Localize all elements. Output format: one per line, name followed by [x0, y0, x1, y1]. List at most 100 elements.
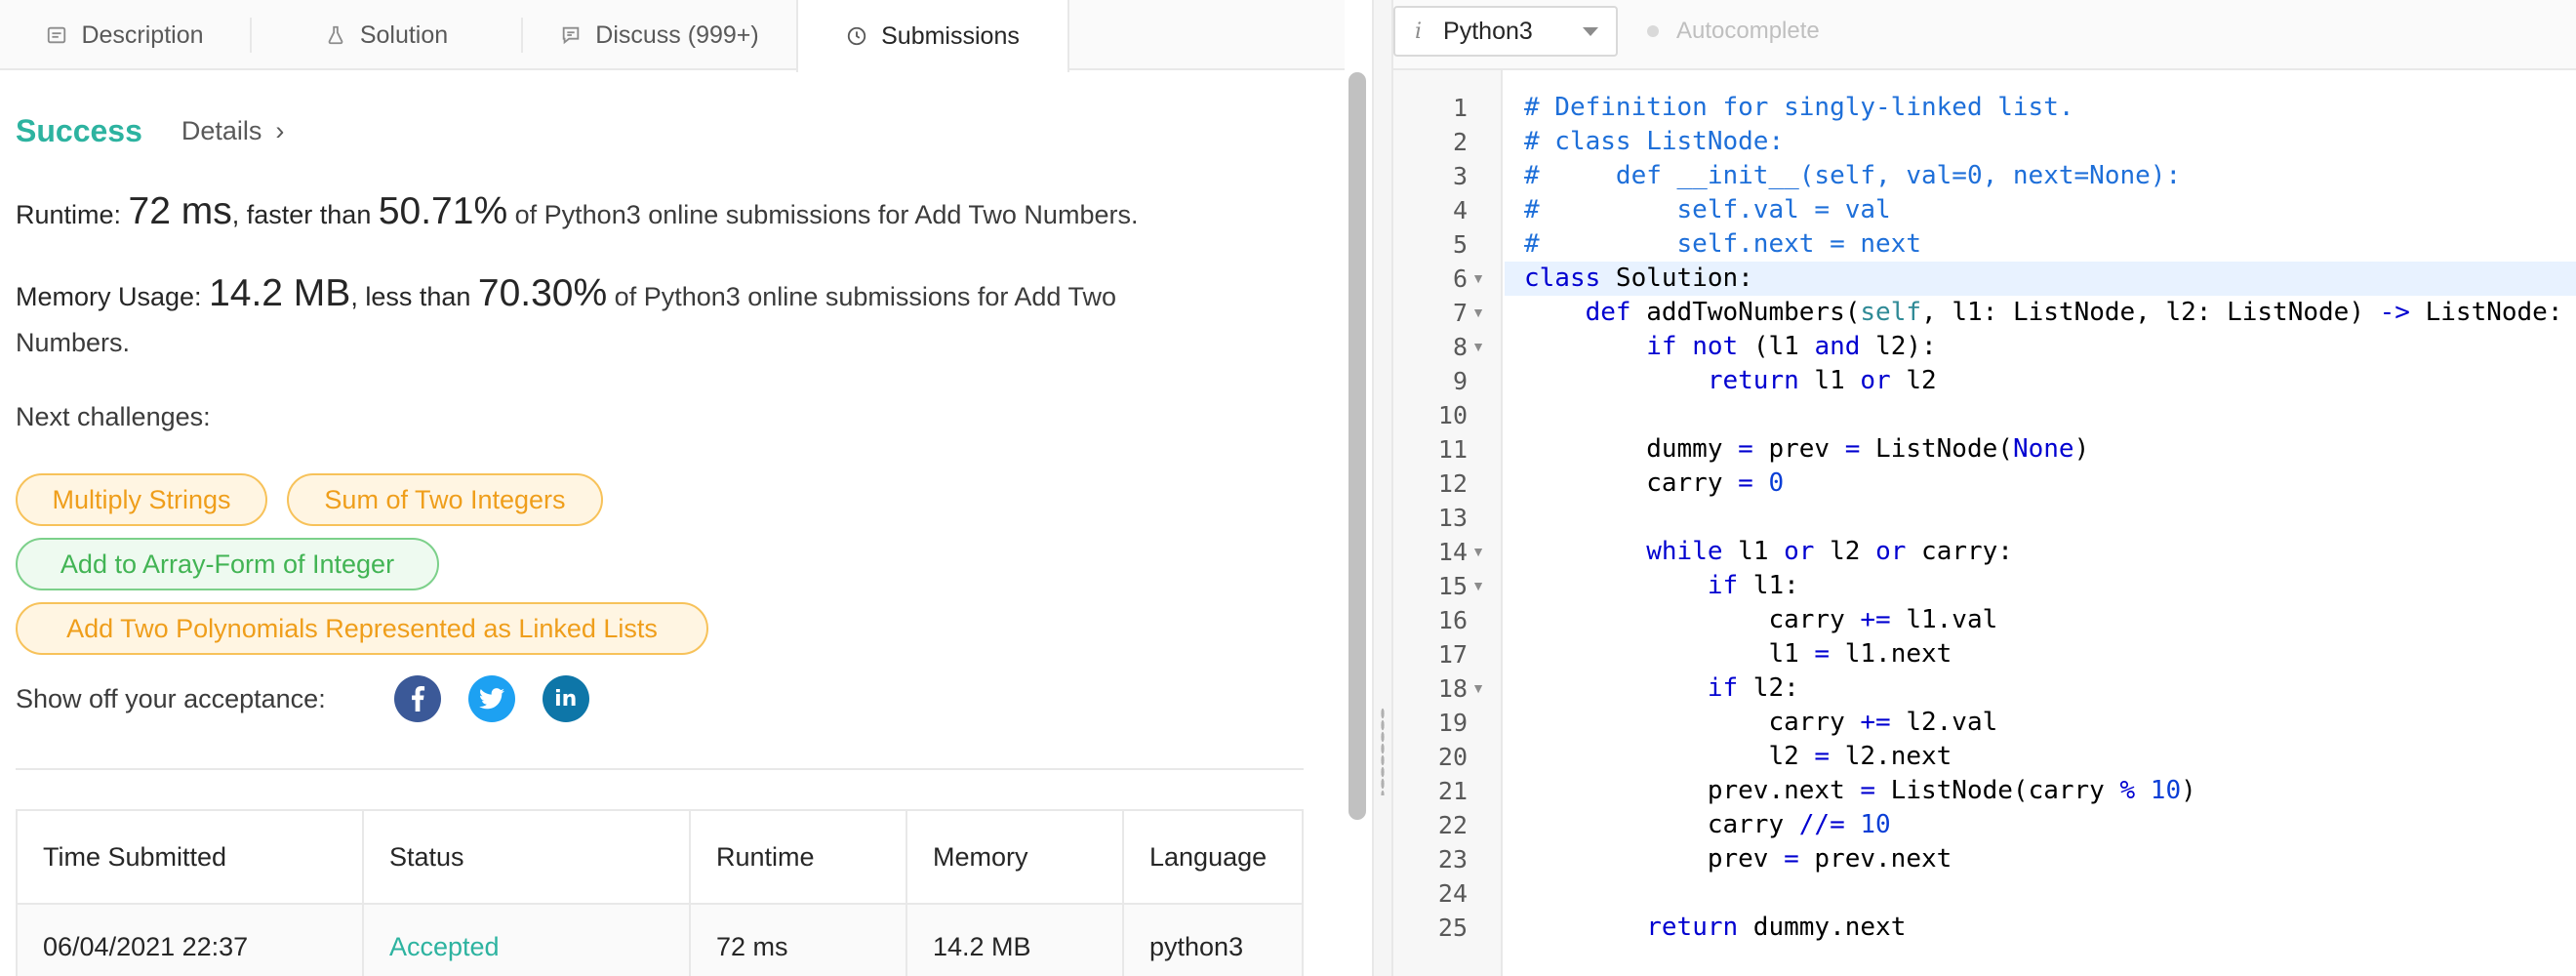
- code-line[interactable]: l1 = l1.next: [1505, 637, 2576, 671]
- code-line[interactable]: carry += l1.val: [1505, 603, 2576, 637]
- line-number: 25: [1437, 914, 1468, 942]
- section-divider: [16, 768, 1304, 770]
- code-line[interactable]: if not (l1 and l2):: [1505, 330, 2576, 364]
- code-line[interactable]: prev = prev.next: [1505, 842, 2576, 876]
- language-select-value: Python3: [1443, 17, 1533, 45]
- code-line[interactable]: carry = 0: [1505, 467, 2576, 501]
- code-line[interactable]: [1505, 501, 2576, 535]
- fold-arrow-icon[interactable]: ▼: [1471, 535, 1485, 569]
- success-status: Success: [16, 113, 142, 148]
- code-line[interactable]: # Definition for singly-linked list.: [1505, 91, 2576, 125]
- code-area[interactable]: # Definition for singly-linked list. # cl…: [1505, 70, 2576, 976]
- line-number: 13: [1437, 504, 1468, 532]
- code-line[interactable]: def addTwoNumbers(self, l1: ListNode, l2…: [1505, 296, 2576, 330]
- code-line[interactable]: l2 = l2.next: [1505, 740, 2576, 774]
- runtime-percent: 50.71%: [378, 190, 508, 232]
- tab-submissions[interactable]: Submissions: [796, 0, 1069, 72]
- code-line[interactable]: dummy = prev = ListNode(None): [1505, 432, 2576, 467]
- details-link[interactable]: Details ›: [181, 116, 285, 146]
- tab-submissions-label: Submissions: [881, 21, 1020, 50]
- cell-memory: 14.2 MB: [906, 903, 1124, 976]
- code-editor-pane: i Python3 Autocomplete 1 2 3 4 5 6 ▼ 7 ▼ 8 ▼ 9 10 11 1…: [1393, 0, 2576, 976]
- table-header-row: Time Submitted Status Runtime Memory Lan…: [16, 809, 1304, 905]
- code-line[interactable]: while l1 or l2 or carry:: [1505, 535, 2576, 569]
- left-scrollbar-thumb[interactable]: [1348, 72, 1366, 820]
- table-row: 06/04/2021 22:37 Accepted 72 ms 14.2 MB …: [16, 903, 1304, 976]
- challenge-chip-add-two-polynomials[interactable]: Add Two Polynomials Represented as Linke…: [16, 602, 708, 655]
- discuss-icon: [563, 26, 580, 45]
- tab-discuss-label: Discuss (999+): [595, 20, 759, 49]
- code-line[interactable]: if l2:: [1505, 671, 2576, 706]
- fold-arrow-icon[interactable]: ▼: [1471, 330, 1485, 364]
- column-header-status: Status: [362, 809, 691, 905]
- clock-icon: [847, 26, 866, 46]
- fold-arrow-icon[interactable]: ▼: [1471, 262, 1485, 296]
- cell-time-submitted: 06/04/2021 22:37: [16, 903, 364, 976]
- line-number: 21: [1437, 777, 1468, 805]
- code-line[interactable]: if l1:: [1505, 569, 2576, 603]
- challenge-chip-multiply-strings[interactable]: Multiply Strings: [16, 473, 267, 526]
- runtime-suffix: of Python3 online submissions for Add Tw…: [507, 200, 1139, 229]
- runtime-prefix: Runtime:: [16, 200, 129, 229]
- cell-runtime: 72 ms: [689, 903, 907, 976]
- line-number: 9: [1452, 367, 1468, 395]
- flask-icon: [328, 25, 343, 45]
- code-line[interactable]: carry += l2.val: [1505, 706, 2576, 740]
- tab-discuss[interactable]: Discuss (999+): [523, 0, 796, 70]
- code-line[interactable]: return l1 or l2: [1505, 364, 2576, 398]
- fold-arrow-icon[interactable]: ▼: [1471, 569, 1485, 603]
- code-line[interactable]: return dummy.next: [1505, 911, 2576, 945]
- column-header-language: Language: [1122, 809, 1304, 905]
- tab-bar: Description Solution Discuss (999+) Subm…: [0, 0, 1345, 72]
- line-number: 24: [1437, 879, 1468, 908]
- line-number: 15: [1437, 572, 1468, 600]
- splitter-grip-handle[interactable]: [1381, 708, 1385, 795]
- code-line[interactable]: class Solution:: [1505, 262, 2576, 296]
- facebook-share-button[interactable]: [393, 675, 441, 722]
- memory-suffix: of Python3 online submissions for Add Tw…: [607, 282, 1116, 311]
- code-line[interactable]: carry //= 10: [1505, 808, 2576, 842]
- line-number: 23: [1437, 845, 1468, 874]
- runtime-value: 72 ms: [128, 190, 232, 232]
- fold-arrow-icon[interactable]: ▼: [1471, 296, 1485, 330]
- runtime-stat: Runtime: 72 ms, faster than 50.71% of Py…: [16, 191, 1138, 235]
- twitter-share-button[interactable]: [467, 675, 515, 722]
- tab-description-label: Description: [81, 20, 204, 49]
- code-line[interactable]: # self.val = val: [1505, 193, 2576, 227]
- line-number: 20: [1437, 743, 1468, 771]
- line-number: 18: [1437, 674, 1468, 703]
- code-line[interactable]: # self.next = next: [1505, 227, 2576, 262]
- memory-stat: Memory Usage: 14.2 MB, less than 70.30% …: [16, 273, 1116, 317]
- memory-stat-wrap: Numbers.: [16, 322, 130, 363]
- code-line[interactable]: # class ListNode:: [1505, 125, 2576, 159]
- column-header-runtime: Runtime: [689, 809, 907, 905]
- line-number: 22: [1437, 811, 1468, 839]
- code-line[interactable]: [1505, 398, 2576, 432]
- line-number-gutter: 1 2 3 4 5 6 ▼ 7 ▼ 8 ▼ 9 10 11 12 13 14 ▼ 15 ▼ 16 17 18 ▼ 19 20 21 2…: [1393, 70, 1503, 976]
- line-number: 11: [1437, 435, 1468, 464]
- code-line[interactable]: [1505, 876, 2576, 911]
- chip-label: Multiply Strings: [52, 484, 231, 514]
- caret-down-icon: [1583, 27, 1598, 36]
- challenge-chip-add-to-array-form[interactable]: Add to Array-Form of Integer: [16, 538, 439, 590]
- result-row: Success Details ›: [16, 113, 284, 149]
- tab-solution[interactable]: Solution: [252, 0, 521, 70]
- tab-description[interactable]: Description: [0, 0, 250, 70]
- language-select[interactable]: i Python3: [1393, 6, 1618, 57]
- autocomplete-toggle[interactable]: Autocomplete: [1647, 18, 1820, 45]
- line-number: 16: [1437, 606, 1468, 634]
- line-number: 14: [1437, 538, 1468, 566]
- autocomplete-label: Autocomplete: [1676, 18, 1820, 44]
- code-line[interactable]: prev.next = ListNode(carry % 10): [1505, 774, 2576, 808]
- info-icon: i: [1415, 19, 1423, 44]
- cell-status-accepted[interactable]: Accepted: [362, 903, 691, 976]
- facebook-icon: [411, 686, 424, 712]
- linkedin-share-button[interactable]: in: [542, 675, 589, 722]
- line-number: 19: [1437, 709, 1468, 737]
- code-line[interactable]: # def __init__(self, val=0, next=None):: [1505, 159, 2576, 193]
- pane-splitter[interactable]: [1372, 0, 1393, 976]
- challenge-chip-sum-of-two-integers[interactable]: Sum of Two Integers: [287, 473, 603, 526]
- line-number: 3: [1452, 162, 1468, 190]
- tab-solution-label: Solution: [359, 20, 449, 49]
- fold-arrow-icon[interactable]: ▼: [1471, 671, 1485, 706]
